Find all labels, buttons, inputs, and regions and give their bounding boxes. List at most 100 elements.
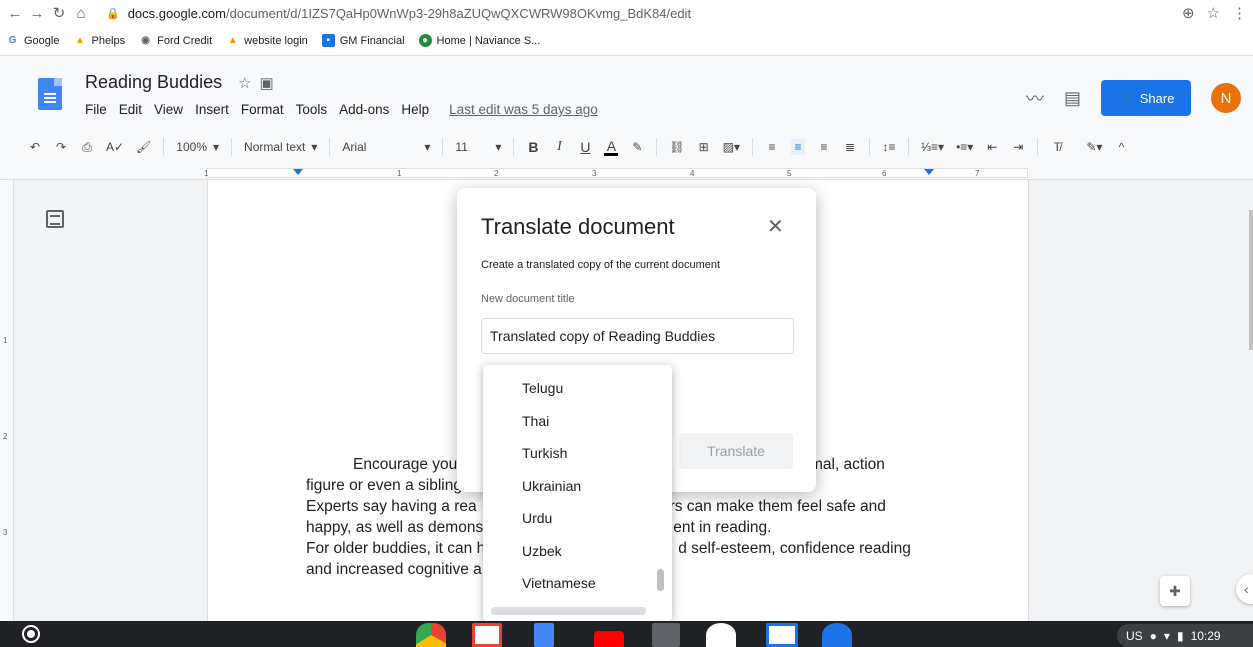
bookmark-google[interactable]: G Google: [6, 34, 60, 47]
bookmark-ford-credit[interactable]: ◉ Ford Credit: [139, 34, 212, 47]
side-panel-chevron-icon[interactable]: ‹: [1236, 574, 1253, 604]
insert-image-icon[interactable]: ▨▾: [723, 140, 740, 154]
translate-button[interactable]: Translate: [679, 433, 793, 469]
dropdown-horizontal-scrollbar[interactable]: [491, 607, 646, 615]
language-option[interactable]: Urdu: [522, 510, 552, 526]
bookmarks-bar: G Google ▲ Phelps ◉ Ford Credit ▲ websit…: [0, 26, 1253, 56]
highlight-pen-icon[interactable]: ✎: [630, 140, 644, 154]
font-select[interactable]: Arial ▾: [342, 140, 430, 154]
bookmark-gm-financial[interactable]: ▪ GM Financial: [321, 34, 405, 47]
redo-icon[interactable]: ↷: [54, 140, 68, 154]
menu-insert[interactable]: Insert: [195, 102, 229, 117]
url-field[interactable]: 🔒 docs.google.com/document/d/1IZS7QaHp0W…: [106, 6, 691, 21]
ruler-strip[interactable]: 1 1 2 3 4 5 6 7: [204, 168, 1028, 178]
bold-button[interactable]: B: [526, 139, 540, 155]
language-option[interactable]: Telugu: [522, 380, 563, 396]
docs-app-icon[interactable]: [534, 623, 554, 647]
page-scrollbar-thumb[interactable]: [1249, 210, 1253, 350]
language-option[interactable]: Ukrainian: [522, 478, 581, 494]
paint-format-icon[interactable]: 🖌: [136, 140, 151, 154]
font-size-select[interactable]: 11 ▾: [455, 140, 501, 154]
print-icon[interactable]: ⎙: [80, 140, 94, 155]
menu-format[interactable]: Format: [241, 102, 284, 117]
align-left-icon[interactable]: ≡: [765, 140, 779, 154]
close-icon[interactable]: ✕: [767, 214, 784, 239]
zoom-magnifier-icon[interactable]: ⊕: [1182, 4, 1195, 22]
menu-file[interactable]: File: [85, 102, 107, 117]
forward-arrow-icon[interactable]: →: [26, 2, 48, 24]
undo-icon[interactable]: ↶: [28, 140, 42, 154]
right-indent-marker-icon[interactable]: [924, 169, 934, 175]
language-option[interactable]: Thai: [522, 413, 549, 429]
bookmark-naviance[interactable]: ● Home | Naviance S...: [418, 34, 540, 47]
language-option[interactable]: Uzbek: [522, 543, 562, 559]
back-arrow-icon[interactable]: ←: [4, 2, 26, 24]
comments-icon[interactable]: ▤: [1064, 88, 1081, 109]
bookmark-website-login[interactable]: ▲ website login: [226, 34, 308, 47]
collapse-menu-chevron-up-icon[interactable]: ^: [1114, 140, 1128, 154]
menu-add-ons[interactable]: Add-ons: [339, 102, 389, 117]
bulleted-list-icon[interactable]: •≡▾: [956, 140, 973, 154]
menu-view[interactable]: View: [154, 102, 183, 117]
last-edit-link[interactable]: Last edit was 5 days ago: [449, 102, 598, 117]
menu-tools[interactable]: Tools: [296, 102, 328, 117]
system-tray[interactable]: US ● ▾ ▮ 10:29: [1117, 624, 1253, 647]
align-center-icon[interactable]: ≡: [791, 139, 806, 155]
line-text: d self-esteem, confidence reading: [678, 540, 911, 557]
notification-icon: ●: [1149, 628, 1157, 643]
share-label: Share: [1139, 90, 1175, 106]
align-justify-icon[interactable]: ≣: [843, 140, 857, 154]
ruler-number: 6: [882, 169, 887, 178]
menu-help[interactable]: Help: [401, 102, 429, 117]
files-manager-app-icon[interactable]: [652, 623, 680, 647]
globe-icon: ◉: [141, 35, 150, 46]
move-to-folder-icon[interactable]: ▣: [259, 74, 273, 92]
zoom-select[interactable]: 100% ▾: [176, 140, 219, 154]
share-button[interactable]: 👤 Share: [1101, 80, 1191, 116]
language-option[interactable]: Vietnamese: [522, 575, 596, 591]
document-outline-icon[interactable]: [46, 210, 64, 228]
underline-button[interactable]: U: [578, 139, 592, 155]
bookmark-label: website login: [244, 34, 308, 47]
chrome-app-icon[interactable]: [416, 623, 446, 647]
browser-menu-icon[interactable]: ⋮: [1232, 4, 1247, 22]
line-spacing-icon[interactable]: ↕≡: [882, 140, 896, 154]
play-store-app-icon[interactable]: [706, 623, 736, 647]
dropdown-scrollbar-thumb[interactable]: [657, 569, 664, 591]
home-icon[interactable]: ⌂: [70, 2, 92, 24]
increase-indent-icon[interactable]: ⇥: [1011, 140, 1025, 154]
style-select[interactable]: Normal text ▾: [244, 140, 317, 154]
line-text: Experts say having a rea: [306, 498, 477, 515]
bookmark-phelps[interactable]: ▲ Phelps: [73, 34, 125, 47]
language-option[interactable]: Turkish: [522, 445, 567, 461]
reload-icon[interactable]: ↻: [48, 2, 70, 24]
files-app-icon[interactable]: [822, 623, 852, 647]
italic-button[interactable]: I: [552, 139, 566, 155]
activity-trend-icon[interactable]: 〰: [1026, 85, 1044, 111]
document-title[interactable]: Reading Buddies: [85, 72, 222, 93]
link-icon[interactable]: ⛓: [669, 140, 684, 154]
menu-edit[interactable]: Edit: [119, 102, 142, 117]
spellcheck-icon[interactable]: A✓: [106, 140, 124, 154]
document-title-input[interactable]: [481, 318, 794, 354]
text-color-button[interactable]: A: [604, 139, 619, 156]
toolbar-divider: [163, 138, 165, 156]
naviance-app-icon[interactable]: [766, 623, 798, 647]
clear-formatting-icon[interactable]: T̸: [1050, 140, 1064, 154]
align-right-icon[interactable]: ≡: [817, 140, 831, 154]
bookmark-star-icon[interactable]: ☆: [1207, 4, 1220, 22]
add-comment-icon[interactable]: ⊞: [697, 140, 711, 154]
launcher-icon[interactable]: [22, 625, 40, 643]
youtube-app-icon[interactable]: [594, 631, 624, 647]
gmail-app-icon[interactable]: [472, 623, 502, 647]
ruler-number: 7: [975, 169, 980, 178]
docs-logo-icon[interactable]: [38, 78, 62, 110]
avatar[interactable]: N: [1211, 83, 1241, 113]
toolbar-divider: [869, 138, 871, 156]
left-indent-marker-icon[interactable]: [293, 169, 303, 175]
decrease-indent-icon[interactable]: ⇤: [985, 140, 999, 154]
editing-mode-pencil-icon[interactable]: ✎▾: [1086, 140, 1102, 154]
numbered-list-icon[interactable]: ⅓≡▾: [921, 140, 944, 154]
star-icon[interactable]: ☆: [238, 74, 251, 92]
add-comment-float-icon[interactable]: ✚: [1160, 576, 1190, 606]
